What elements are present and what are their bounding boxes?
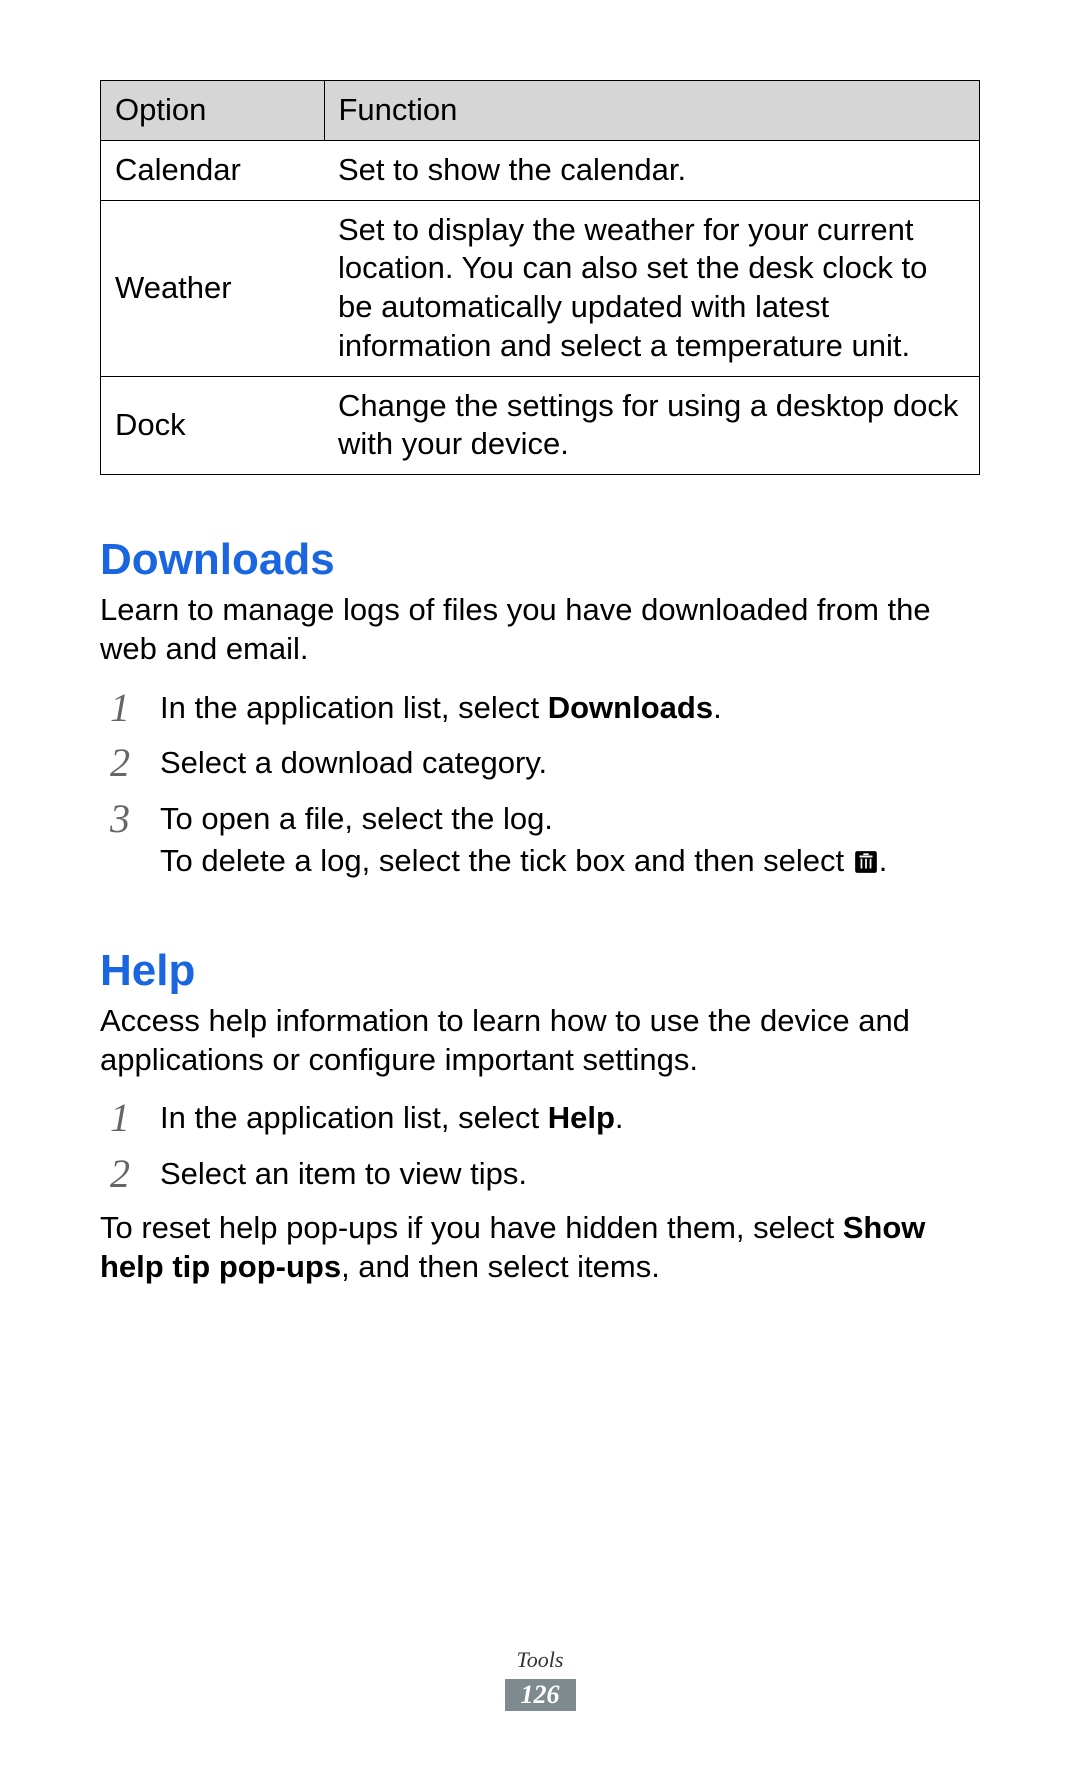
step-text: To open a file, select the log.: [160, 801, 553, 836]
downloads-steps: In the application list, select Download…: [100, 687, 980, 886]
option-cell: Calendar: [101, 140, 325, 200]
list-item: To open a file, select the log. To delet…: [100, 798, 980, 886]
step-text: Select an item to view tips.: [160, 1156, 527, 1191]
step-bold: Downloads: [548, 690, 713, 725]
table-row: Calendar Set to show the calendar.: [101, 140, 980, 200]
trash-icon: [853, 844, 879, 886]
page-number-badge: 126: [505, 1679, 576, 1711]
closing-text: To reset help pop-ups if you have hidden…: [100, 1210, 843, 1245]
step-text: .: [615, 1100, 624, 1135]
options-table: Option Function Calendar Set to show the…: [100, 80, 980, 475]
step-text: In the application list, select: [160, 690, 548, 725]
step-text: In the application list, select: [160, 1100, 548, 1135]
step-text: .: [713, 690, 722, 725]
list-item: Select an item to view tips.: [100, 1153, 980, 1195]
step-bold: Help: [548, 1100, 615, 1135]
option-cell: Weather: [101, 200, 325, 376]
table-row: Dock Change the settings for using a des…: [101, 376, 980, 475]
help-intro: Access help information to learn how to …: [100, 1002, 980, 1080]
table-header-option: Option: [101, 81, 325, 141]
footer-section-label: Tools: [0, 1647, 1080, 1673]
table-row: Weather Set to display the weather for y…: [101, 200, 980, 376]
downloads-intro: Learn to manage logs of files you have d…: [100, 591, 980, 669]
list-item: In the application list, select Download…: [100, 687, 980, 729]
step-text: To delete a log, select the tick box and…: [160, 843, 853, 878]
function-cell: Set to show the calendar.: [324, 140, 980, 200]
help-closing: To reset help pop-ups if you have hidden…: [100, 1209, 980, 1287]
help-heading: Help: [100, 946, 980, 996]
closing-text: , and then select items.: [341, 1249, 660, 1284]
step-text: .: [879, 843, 888, 878]
downloads-heading: Downloads: [100, 535, 980, 585]
function-cell: Change the settings for using a desktop …: [324, 376, 980, 475]
page-footer: Tools 126: [0, 1647, 1080, 1711]
function-cell: Set to display the weather for your curr…: [324, 200, 980, 376]
step-text: Select a download category.: [160, 745, 547, 780]
table-header-function: Function: [324, 81, 980, 141]
option-cell: Dock: [101, 376, 325, 475]
list-item: In the application list, select Help.: [100, 1097, 980, 1139]
document-page: Option Function Calendar Set to show the…: [0, 0, 1080, 1771]
help-steps: In the application list, select Help. Se…: [100, 1097, 980, 1195]
list-item: Select a download category.: [100, 742, 980, 784]
